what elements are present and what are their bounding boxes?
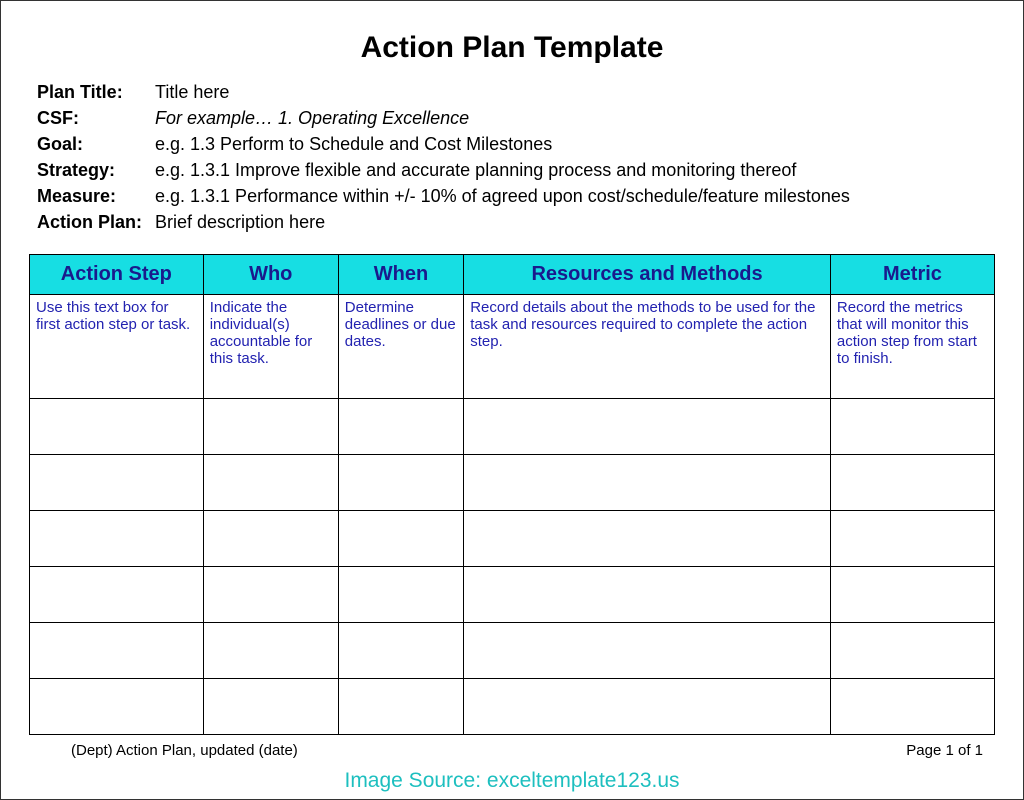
table-row	[30, 510, 995, 566]
document-page: Action Plan Template Plan Title: Title h…	[0, 0, 1024, 800]
meta-strategy: Strategy: e.g. 1.3.1 Improve flexible an…	[37, 157, 995, 183]
meta-value: For example… 1. Operating Excellence	[155, 105, 469, 131]
meta-label: Strategy:	[37, 157, 155, 183]
cell[interactable]	[30, 678, 204, 734]
table-row	[30, 454, 995, 510]
cell[interactable]	[830, 454, 994, 510]
cell[interactable]	[338, 622, 463, 678]
cell[interactable]	[464, 398, 831, 454]
cell[interactable]	[203, 454, 338, 510]
cell[interactable]	[338, 510, 463, 566]
cell[interactable]	[30, 566, 204, 622]
meta-label: CSF:	[37, 105, 155, 131]
cell[interactable]	[464, 678, 831, 734]
header-when: When	[338, 254, 463, 294]
cell[interactable]	[203, 566, 338, 622]
cell[interactable]	[830, 510, 994, 566]
header-action-step: Action Step	[30, 254, 204, 294]
cell[interactable]	[464, 622, 831, 678]
meta-label: Action Plan:	[37, 209, 155, 235]
cell[interactable]	[30, 622, 204, 678]
table-row	[30, 622, 995, 678]
footer-left: (Dept) Action Plan, updated (date)	[71, 742, 298, 759]
cell[interactable]	[464, 566, 831, 622]
cell[interactable]	[338, 566, 463, 622]
meta-measure: Measure: e.g. 1.3.1 Performance within +…	[37, 183, 995, 209]
header-resources: Resources and Methods	[464, 254, 831, 294]
cell[interactable]	[830, 566, 994, 622]
hint-resources: Record details about the methods to be u…	[464, 294, 831, 398]
cell[interactable]	[30, 454, 204, 510]
cell[interactable]	[30, 398, 204, 454]
meta-plan-title: Plan Title: Title here	[37, 79, 995, 105]
meta-block: Plan Title: Title here CSF: For example……	[37, 79, 995, 236]
meta-action-plan: Action Plan: Brief description here	[37, 209, 995, 235]
cell[interactable]	[338, 398, 463, 454]
cell[interactable]	[203, 510, 338, 566]
cell[interactable]	[338, 678, 463, 734]
cell[interactable]	[203, 678, 338, 734]
cell[interactable]	[464, 510, 831, 566]
table-row	[30, 678, 995, 734]
meta-value: e.g. 1.3.1 Performance within +/- 10% of…	[155, 183, 850, 209]
table-row	[30, 398, 995, 454]
cell[interactable]	[464, 454, 831, 510]
table-hint-row: Use this text box for first action step …	[30, 294, 995, 398]
meta-csf: CSF: For example… 1. Operating Excellenc…	[37, 105, 995, 131]
action-table: Action Step Who When Resources and Metho…	[29, 254, 995, 735]
hint-metric: Record the metrics that will monitor thi…	[830, 294, 994, 398]
cell[interactable]	[203, 398, 338, 454]
cell[interactable]	[203, 622, 338, 678]
meta-value: Title here	[155, 79, 229, 105]
footer-right: Page 1 of 1	[906, 742, 983, 759]
cell[interactable]	[338, 454, 463, 510]
meta-goal: Goal: e.g. 1.3 Perform to Schedule and C…	[37, 131, 995, 157]
meta-label: Plan Title:	[37, 79, 155, 105]
header-who: Who	[203, 254, 338, 294]
cell[interactable]	[830, 678, 994, 734]
table-row	[30, 566, 995, 622]
page-footer: (Dept) Action Plan, updated (date) Page …	[71, 742, 983, 759]
cell[interactable]	[830, 398, 994, 454]
meta-value: Brief description here	[155, 209, 325, 235]
hint-action-step: Use this text box for first action step …	[30, 294, 204, 398]
meta-value: e.g. 1.3.1 Improve flexible and accurate…	[155, 157, 796, 183]
meta-value: e.g. 1.3 Perform to Schedule and Cost Mi…	[155, 131, 552, 157]
cell[interactable]	[830, 622, 994, 678]
hint-who: Indicate the individual(s) accountable f…	[203, 294, 338, 398]
table-header-row: Action Step Who When Resources and Metho…	[30, 254, 995, 294]
meta-label: Measure:	[37, 183, 155, 209]
hint-when: Determine deadlines or due dates.	[338, 294, 463, 398]
cell[interactable]	[30, 510, 204, 566]
image-source-caption: Image Source: exceltemplate123.us	[1, 769, 1023, 793]
header-metric: Metric	[830, 254, 994, 294]
meta-label: Goal:	[37, 131, 155, 157]
document-title: Action Plan Template	[29, 31, 995, 65]
